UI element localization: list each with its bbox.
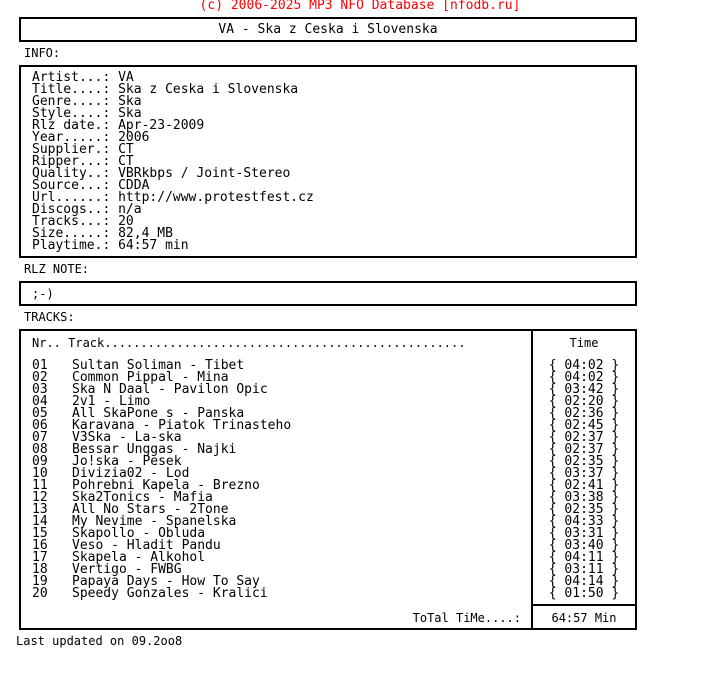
track-name: Speedy Gonzales - Kralici	[72, 586, 268, 601]
track-list: 01 Sultan Soliman - Tibet 02 Common Pippal …	[32, 359, 291, 601]
time-column-header: Time	[569, 336, 599, 350]
info-value: 64:57 min	[118, 238, 189, 253]
release-title: VA - Ska z Ceska i Slovenska	[19, 17, 637, 42]
info-value[interactable]: http://www.protestfest.cz	[118, 190, 314, 205]
tracks-box: Nr.. Track..............................…	[19, 329, 637, 630]
track-number: 20	[32, 586, 48, 601]
info-label: INFO:	[24, 46, 61, 60]
last-updated: Last updated on 09.2oo8	[16, 634, 183, 648]
track-row: 20 Speedy Gonzales - Kralici	[32, 586, 291, 601]
track-row: 03 Ska N Daal - Pavilon Opic	[32, 383, 291, 396]
note-label: RLZ NOTE:	[24, 262, 90, 276]
time-list: { 04:02 }{ 04:02 }{ 03:42 }{ 02:20 }{ 02…	[533, 359, 635, 601]
total-separator	[531, 604, 635, 606]
track-time: { 01:50 }	[548, 586, 620, 601]
info-list: Artist...: VA Title....: Ska z Ceska i Sl…	[32, 71, 314, 253]
total-time-label: ToTal TiMe....:	[412, 611, 521, 625]
info-box: Artist...: VA Title....: Ska z Ceska i Sl…	[19, 65, 637, 258]
copyright-link[interactable]: (c) 2006-2025 MP3 NFO Database [nfodb.ru…	[0, 0, 720, 14]
tracks-label: TRACKS:	[24, 310, 75, 324]
info-value: Ska z Ceska i Slovenska	[118, 82, 299, 97]
track-column-header: Nr.. Track..............................…	[32, 336, 466, 350]
info-key: Playtime.:	[32, 238, 111, 253]
total-time-value: 64:57 Min	[551, 611, 617, 625]
note-text: ;-)	[32, 287, 54, 301]
note-box: ;-)	[19, 281, 637, 306]
info-row: Playtime.: 64:57 min	[32, 238, 314, 253]
